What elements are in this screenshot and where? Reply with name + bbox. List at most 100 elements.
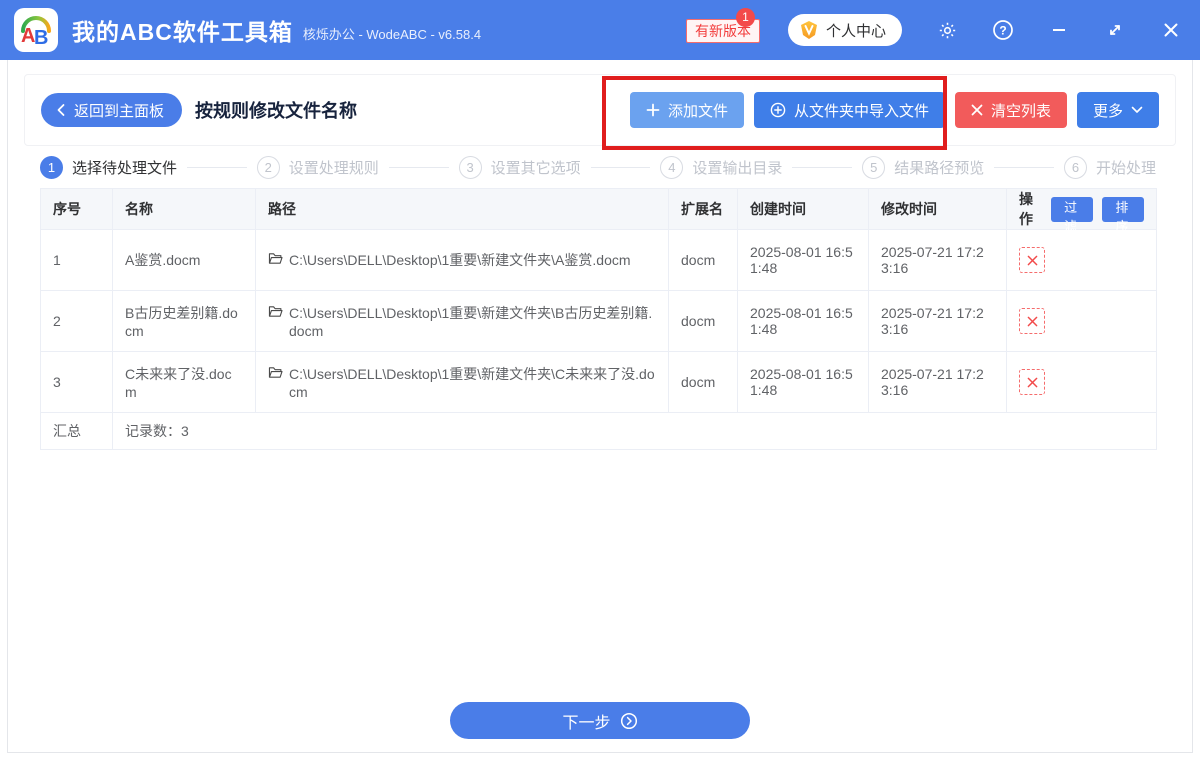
import-from-folder-label: 从文件夹中导入文件 [793,102,929,120]
step-circle: 1 [40,155,63,179]
cell-path: C:\Users\DELL\Desktop\1重要\新建文件夹\C未来来了没.d… [255,351,669,413]
cell-ext: docm [668,351,738,413]
cell-ext: docm [668,229,738,291]
more-label: 更多 [1092,102,1123,120]
page-title: 按规则修改文件名称 [195,101,358,121]
cell-name: B古历史差别籍.docm [112,290,256,352]
clear-list-button[interactable]: 清空列表 [954,92,1067,128]
header-actions-label: 操作 [1019,191,1033,227]
file-table: 序号 名称 路径 扩展名 创建时间 修改时间 操作 过滤 排序 1 A鉴赏.do… [40,188,1157,450]
toolbar: 返回到主面板 按规则修改文件名称 添加文件 从文件夹中导入文件 清空列表 更多 [24,74,1176,146]
cell-name: C未来来了没.docm [112,351,256,413]
cell-index: 1 [40,229,113,291]
cell-created: 2025-08-01 16:51:48 [737,351,869,413]
filter-button[interactable]: 过滤 [1050,196,1093,234]
table-row: 1 A鉴赏.docm C:\Users\DELL\Desktop\1重要\新建文… [40,229,1157,291]
cell-actions [1006,351,1157,413]
clear-list-label: 清空列表 [990,102,1051,120]
circle-plus-icon [770,102,786,118]
app-title: 我的ABC软件工具箱 [72,19,293,45]
header-path: 路径 [255,188,669,230]
cell-path: C:\Users\DELL\Desktop\1重要\新建文件夹\A鉴赏.docm [255,229,669,291]
cell-index: 2 [40,290,113,352]
step-label: 开始处理 [1095,159,1156,177]
folder-open-icon [268,364,283,382]
next-step-button[interactable]: 下一步 [450,702,750,739]
step-label: 选择待处理文件 [72,159,178,177]
close-button[interactable] [1159,18,1183,42]
more-button[interactable]: 更多 [1076,92,1159,128]
step-label: 设置处理规则 [288,159,379,177]
step-3-other-options: 3 设置其它选项 [458,155,581,179]
x-icon [971,104,983,116]
step-label: 结果路径预览 [894,159,985,177]
add-files-button[interactable]: 添加文件 [629,92,744,128]
titlebar: A B 我的ABC软件工具箱 核烁办公 - WodeABC - v6.58.4 [0,0,1200,60]
app-logo-icon: A B [14,8,58,52]
delete-row-button[interactable] [1019,369,1045,395]
user-center-label: 个人中心 [826,22,887,40]
header-name: 名称 [112,188,256,230]
header-index: 序号 [40,188,113,230]
delete-row-button[interactable] [1019,247,1045,273]
cell-actions [1006,290,1157,352]
step-label: 设置输出目录 [692,159,783,177]
user-center-button[interactable]: 个人中心 [788,14,903,46]
cell-modified: 2025-07-21 17:23:16 [868,229,1007,291]
settings-gear-icon[interactable] [935,18,959,42]
chevron-left-icon [55,103,67,117]
vip-shield-icon [799,20,819,40]
plus-icon [646,103,660,117]
step-label: 设置其它选项 [490,159,581,177]
path-text: C:\Users\DELL\Desktop\1重要\新建文件夹\C未来来了没.d… [289,366,655,400]
header-actions: 操作 过滤 排序 [1006,188,1157,234]
app-subtitle: 核烁办公 - WodeABC - v6.58.4 [302,27,482,42]
step-circle: 4 [660,155,684,179]
cell-modified: 2025-07-21 17:23:16 [868,351,1007,413]
back-to-main-button[interactable]: 返回到主面板 [41,93,183,127]
help-icon[interactable]: ? [991,18,1015,42]
delete-row-button[interactable] [1019,308,1045,334]
step-connector [187,166,247,168]
cell-path: C:\Users\DELL\Desktop\1重要\新建文件夹\B古历史差别籍.… [255,290,669,352]
resize-maximize-button[interactable] [1103,18,1127,42]
header-modified: 修改时间 [868,188,1007,230]
circle-arrow-right-icon [620,712,638,730]
header-ext: 扩展名 [668,188,738,230]
step-5-path-preview: 5 结果路径预览 [862,155,985,179]
step-circle: 3 [458,155,482,179]
cell-index: 3 [40,351,113,413]
cell-name: A鉴赏.docm [112,229,256,291]
cell-modified: 2025-07-21 17:23:16 [868,290,1007,352]
step-indicator: 1 选择待处理文件 2 设置处理规则 3 设置其它选项 4 设置输出目录 5 结… [40,152,1156,182]
summary-value: 记录数：3 [112,412,1157,450]
cell-ext: docm [668,290,738,352]
add-files-label: 添加文件 [667,102,728,120]
step-4-output-dir: 4 设置输出目录 [660,155,783,179]
cell-actions [1006,229,1157,291]
svg-text:B: B [34,27,48,49]
path-text: C:\Users\DELL\Desktop\1重要\新建文件夹\A鉴赏.docm [289,252,631,268]
sort-button[interactable]: 排序 [1101,196,1144,234]
path-text: C:\Users\DELL\Desktop\1重要\新建文件夹\B古历史差别籍.… [289,305,653,339]
step-1-select-files: 1 选择待处理文件 [40,155,178,179]
step-6-start: 6 开始处理 [1063,155,1156,179]
step-connector [388,166,449,168]
import-from-folder-button[interactable]: 从文件夹中导入文件 [753,92,945,128]
table-row: 3 C未来来了没.docm C:\Users\DELL\Desktop\1重要\… [40,351,1157,413]
folder-open-icon [268,303,283,321]
step-circle: 5 [862,155,886,179]
summary-label: 汇总 [40,412,113,450]
step-circle: 2 [256,155,280,179]
back-button-label: 返回到主面板 [74,102,165,120]
step-2-rules: 2 设置处理规则 [256,155,379,179]
table-row: 2 B古历史差别籍.docm C:\Users\DELL\Desktop\1重要… [40,290,1157,352]
step-connector [994,166,1054,168]
cell-created: 2025-08-01 16:51:48 [737,290,869,352]
table-header-row: 序号 名称 路径 扩展名 创建时间 修改时间 操作 过滤 排序 [40,188,1157,234]
svg-text:?: ? [999,24,1006,38]
new-version-count-badge: 1 [736,8,755,27]
step-circle: 6 [1063,155,1087,179]
minimize-button[interactable] [1047,18,1071,42]
summary-row: 汇总 记录数：3 [40,412,1157,450]
